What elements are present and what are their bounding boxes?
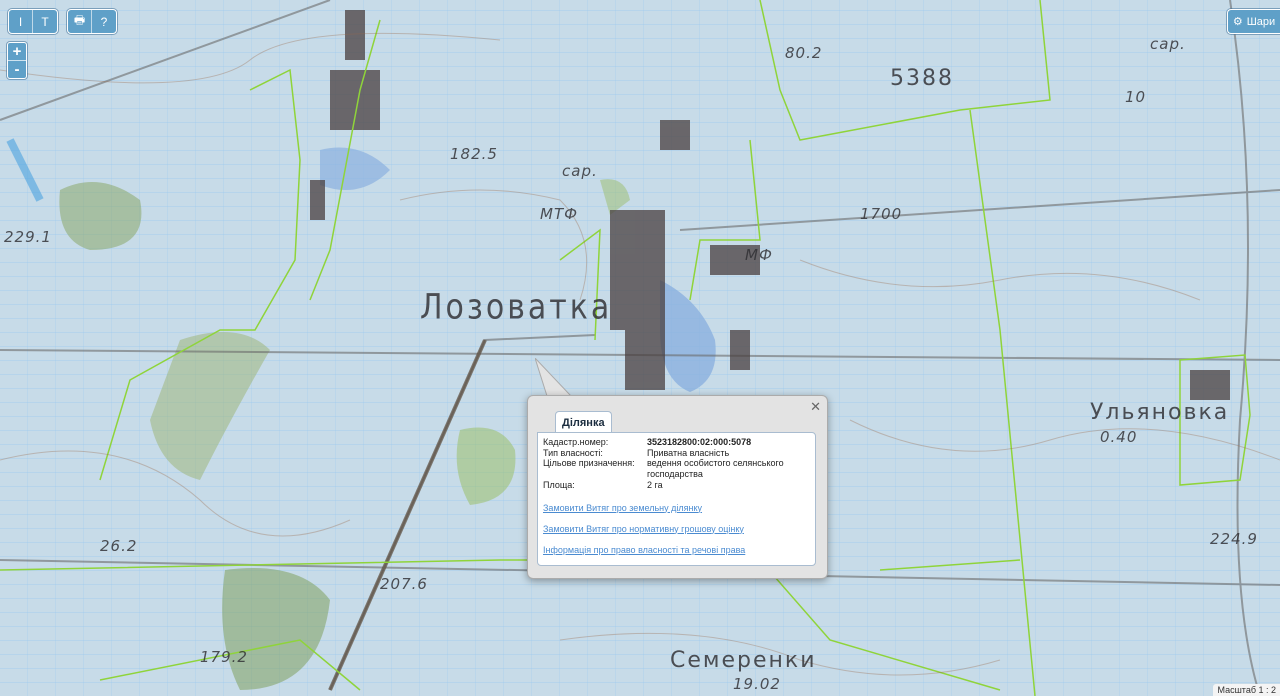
village-label-lozovatka: Лозоватка <box>420 287 613 328</box>
close-icon[interactable]: ✕ <box>810 400 821 413</box>
layers-button-label: Шари <box>1246 15 1276 28</box>
map-elevation-label: 19.02 <box>733 675 781 693</box>
info-value: 2 га <box>647 480 663 490</box>
popup-content: Кадастр.номер: 3523182800:02:000:5078 Ти… <box>537 432 816 566</box>
map-elevation-label: 179.2 <box>200 648 248 666</box>
identify-cursor-icon[interactable]: ? <box>92 10 116 33</box>
map-elevation-label: 26.2 <box>100 537 138 555</box>
map-barn-label: сар. <box>1150 35 1186 53</box>
map-elevation-label: 229.1 <box>4 228 52 246</box>
village-label-semerenky: Семеренки <box>670 648 817 673</box>
map-farm-label: МТФ <box>540 205 579 223</box>
popup-pointer <box>535 358 573 397</box>
map-barn-label: сар. <box>562 162 598 180</box>
map-farm-label: МФ <box>745 246 773 264</box>
info-row-area: Площа: 2 га <box>543 480 811 491</box>
info-value: ведення особистого селянського господарс… <box>647 458 784 479</box>
order-valuation-extract-link[interactable]: Замовити Витяг про нормативну грошову оц… <box>543 524 811 534</box>
ownership-info-link[interactable]: Інформація про право власності та речові… <box>543 545 811 555</box>
info-key: Тип власності: <box>543 447 603 458</box>
zoom-out-button[interactable]: - <box>8 61 26 78</box>
cadastral-map[interactable]: Лозоватка Ульяновка Семеренки 5388 80.2 … <box>0 0 1280 696</box>
map-elevation-label: 0.40 <box>1100 428 1138 446</box>
scale-indicator: Масштаб 1 : 2 <box>1213 684 1280 696</box>
info-key: Цільове призначення: <box>543 458 635 468</box>
info-value: Приватна власність <box>647 447 730 458</box>
map-elevation-label: 182.5 <box>450 145 498 163</box>
map-features <box>0 0 1280 696</box>
map-number-label: 10 <box>1125 88 1147 106</box>
info-row-purpose: Цільове призначення: ведення особистого … <box>543 458 811 479</box>
info-key: Площа: <box>543 480 575 490</box>
measure-distance-icon[interactable]: I <box>9 10 33 33</box>
map-elevation-label: 80.2 <box>785 44 823 62</box>
parcel-info-popup: ✕ Ділянка Кадастр.номер: 3523182800:02:0… <box>527 395 828 579</box>
map-elevation-label: 5388 <box>890 66 954 91</box>
map-elevation-label: 207.6 <box>380 575 428 593</box>
tools-toolbar: 🖶 ? <box>67 9 117 34</box>
zoom-in-button[interactable]: + <box>8 43 26 61</box>
tab-parcel[interactable]: Ділянка <box>555 411 612 434</box>
order-land-extract-link[interactable]: Замовити Витяг про земельну ділянку <box>543 503 811 513</box>
info-key: Кадастр.номер: <box>543 437 609 447</box>
zoom-control: + - <box>7 42 27 79</box>
layers-button[interactable]: ⚙ Шари <box>1227 9 1280 34</box>
map-number-label: 1700 <box>860 205 903 223</box>
info-value: 3523182800:02:000:5078 <box>647 437 752 447</box>
info-row-ownership-type: Тип власності: Приватна власність <box>543 448 811 459</box>
measure-area-icon[interactable]: T <box>33 10 57 33</box>
measure-toolbar: I T <box>8 9 58 34</box>
gear-icon: ⚙ <box>1232 16 1243 28</box>
map-elevation-label: 224.9 <box>1210 530 1258 548</box>
village-label-ulyanovka: Ульяновка <box>1090 400 1230 425</box>
info-row-cadastral-number: Кадастр.номер: 3523182800:02:000:5078 <box>543 437 811 448</box>
print-icon[interactable]: 🖶 <box>68 10 92 33</box>
